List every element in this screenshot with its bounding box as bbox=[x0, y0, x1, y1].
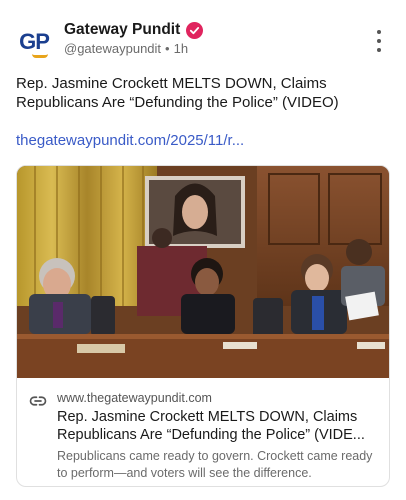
link-preview-image[interactable] bbox=[17, 166, 389, 378]
link-domain: www.thegatewaypundit.com bbox=[57, 391, 212, 405]
author-meta: @gatewaypundit • 1h bbox=[64, 41, 188, 56]
more-options-icon[interactable] bbox=[372, 30, 386, 52]
verified-badge-icon bbox=[186, 21, 204, 39]
link-title-line-2: Republicans Are “Defunding the Police” (… bbox=[57, 427, 365, 443]
meta-separator: • bbox=[165, 41, 170, 56]
social-post: GP Gateway Pundit @gatewaypundit • 1h Re… bbox=[0, 0, 406, 500]
link-preview-footer: www.thegatewaypundit.com Rep. Jasmine Cr… bbox=[17, 378, 389, 486]
post-text: Rep. Jasmine Crockett MELTS DOWN, Claims… bbox=[16, 75, 339, 111]
post-time[interactable]: 1h bbox=[174, 41, 188, 56]
link-preview-card[interactable]: www.thegatewaypundit.com Rep. Jasmine Cr… bbox=[16, 165, 390, 487]
avatar[interactable]: GP bbox=[14, 22, 54, 62]
link-description: Republicans came ready to govern. Crocke… bbox=[57, 449, 373, 480]
author-name-row: Gateway Pundit bbox=[64, 21, 204, 39]
link-title-line-1: Rep. Jasmine Crockett MELTS DOWN, Claims bbox=[57, 409, 358, 425]
author-display-name[interactable]: Gateway Pundit bbox=[64, 21, 180, 39]
author-handle[interactable]: @gatewaypundit bbox=[64, 41, 161, 56]
post-link[interactable]: thegatewaypundit.com/2025/11/r... bbox=[16, 132, 244, 149]
link-title: Rep. Jasmine Crockett MELTS DOWN, Claims… bbox=[57, 408, 377, 444]
link-icon bbox=[29, 392, 47, 410]
logo-swoosh bbox=[32, 54, 48, 58]
avatar-logo-text: GP bbox=[19, 29, 50, 54]
